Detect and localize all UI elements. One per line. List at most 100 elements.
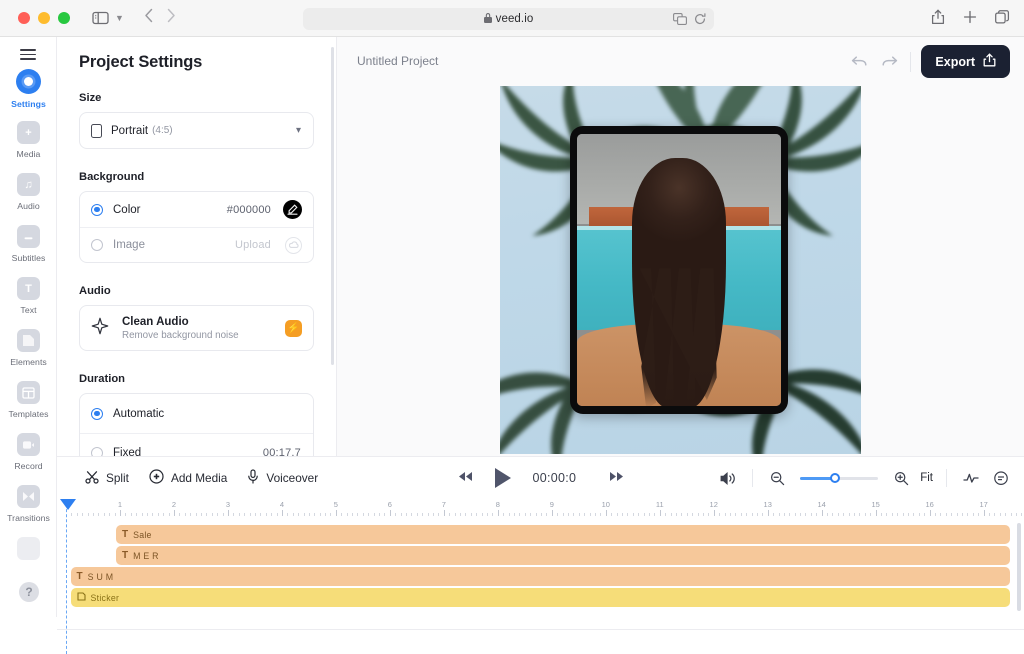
ruler-tick-label: 6: [387, 500, 392, 509]
ruler-tick: [92, 513, 94, 516]
timeline-clip[interactable]: TM E R: [115, 546, 1011, 565]
ruler-tick: [443, 510, 445, 516]
radio-background-color[interactable]: [91, 203, 103, 216]
clean-audio-row[interactable]: Clean Audio Remove background noise ⚡: [80, 306, 313, 350]
volume-icon[interactable]: [713, 463, 743, 493]
maximize-window-button[interactable]: [58, 12, 70, 24]
ruler-tick: [125, 513, 127, 516]
sidebar-item-templates[interactable]: Templates: [0, 378, 56, 430]
back-button[interactable]: [144, 8, 153, 28]
sidebar-toggle-icon[interactable]: [92, 11, 109, 25]
playhead-handle[interactable]: [59, 499, 76, 510]
ruler-tick: [157, 513, 159, 516]
chevron-down-icon[interactable]: ▼: [115, 13, 124, 23]
sidebar-item-label: Elements: [10, 357, 47, 367]
sidebar-item-transitions[interactable]: Transitions: [0, 482, 56, 534]
ruler-tick: [773, 513, 775, 516]
ruler-tick: [416, 513, 418, 516]
radio-background-image[interactable]: [91, 239, 103, 251]
sidebar-item-text[interactable]: T Text: [0, 274, 56, 326]
ruler-tick: [524, 513, 526, 516]
ruler-tick: [724, 513, 726, 516]
sidebar-item-subtitles[interactable]: Subtitles: [0, 222, 56, 274]
help-button[interactable]: ?: [19, 582, 39, 602]
fit-button[interactable]: Fit: [920, 472, 933, 484]
ruler-tick: [821, 510, 823, 516]
sidebar-item-record[interactable]: Record: [0, 430, 56, 482]
share-icon[interactable]: [931, 9, 945, 30]
voiceover-button[interactable]: Voiceover: [247, 469, 318, 487]
ruler-tick: [136, 513, 138, 516]
ruler-tick: [854, 513, 856, 516]
address-bar[interactable]: veed.io: [303, 8, 714, 30]
translate-icon[interactable]: [673, 12, 687, 30]
waveform-icon[interactable]: [956, 463, 986, 493]
zoom-slider[interactable]: [800, 473, 879, 483]
timeline-scrollbar[interactable]: [1017, 523, 1021, 611]
rewind-icon[interactable]: [458, 471, 473, 485]
sidebar-item-label: Transitions: [7, 513, 50, 523]
timeline-ruler[interactable]: 1 2 3 4 5 6 7 8 9 10 11 12 13 14 15 16 17: [57, 499, 1024, 521]
ruler-tick: [346, 513, 348, 516]
timeline-clip[interactable]: T Sale: [115, 525, 1011, 544]
ruler-tick: [287, 513, 289, 516]
caption-bubble-icon[interactable]: [986, 463, 1016, 493]
copy-tabs-icon[interactable]: [995, 10, 1010, 29]
close-window-button[interactable]: [18, 12, 30, 24]
timeline[interactable]: 1 2 3 4 5 6 7 8 9 10 11 12 13 14 15 16 17 T Sale T M E R TS …: [57, 499, 1024, 654]
project-title[interactable]: Untitled Project: [357, 54, 438, 68]
upload-cloud-icon[interactable]: [285, 236, 302, 254]
chevron-down-icon[interactable]: ▾: [296, 125, 301, 136]
ruler-tick: [643, 513, 645, 516]
pro-bolt-icon[interactable]: ⚡: [285, 319, 302, 337]
ruler-tick: [433, 513, 435, 516]
ruler-tick: [146, 513, 148, 516]
radio-duration-automatic[interactable]: [91, 407, 103, 420]
ruler-tick: [611, 513, 613, 516]
sidebar-item-elements[interactable]: Elements: [0, 326, 56, 378]
zoom-in-icon[interactable]: [886, 463, 916, 493]
ruler-tick: [362, 513, 364, 516]
sidebar-item-settings[interactable]: Settings: [0, 66, 56, 118]
sparkle-icon: [91, 317, 111, 340]
add-media-button[interactable]: Add Media: [149, 469, 227, 487]
ruler-tick: [400, 513, 402, 516]
ruler-tick: [827, 513, 829, 516]
size-dropdown[interactable]: Portrait (4:5) ▾: [80, 113, 313, 148]
minimize-window-button[interactable]: [38, 12, 50, 24]
hamburger-menu-icon[interactable]: [20, 49, 36, 60]
color-swatch-button[interactable]: [283, 200, 302, 219]
duration-automatic-row[interactable]: Automatic: [80, 394, 313, 433]
ruler-tick: [357, 513, 359, 516]
export-button[interactable]: Export: [921, 45, 1010, 78]
ruler-tick: [379, 513, 381, 516]
toolbar-right-group: Fit: [713, 463, 1016, 493]
zoom-out-icon[interactable]: [762, 463, 792, 493]
browser-nav-arrows: [144, 8, 176, 28]
reload-icon[interactable]: [694, 12, 706, 30]
background-color-row[interactable]: Color #000000: [80, 192, 313, 227]
sidebar-item-more[interactable]: [0, 534, 56, 586]
timeline-clip[interactable]: TS U M: [70, 567, 1011, 586]
sidebar-item-audio[interactable]: ♫ Audio: [0, 170, 56, 222]
ruler-tick: [864, 513, 866, 516]
ruler-tick: [729, 513, 731, 516]
fast-forward-icon[interactable]: [609, 471, 624, 485]
plus-icon[interactable]: [963, 10, 977, 29]
timeline-clip[interactable]: Sticker: [70, 588, 1011, 607]
panel-scrollbar[interactable]: [330, 47, 334, 365]
forward-button[interactable]: [167, 8, 176, 28]
redo-arrow-icon[interactable]: [874, 47, 904, 77]
play-triangle-icon[interactable]: [494, 468, 511, 488]
ruler-tick-label: 11: [655, 500, 664, 509]
sidebar-item-media[interactable]: + Media: [0, 118, 56, 170]
undo-arrow-icon[interactable]: [844, 47, 874, 77]
zoom-slider-handle[interactable]: [830, 473, 841, 483]
background-image-row[interactable]: Image Upload: [80, 227, 313, 262]
ruler-tick: [956, 513, 958, 516]
ruler-tick: [713, 510, 715, 516]
split-button[interactable]: Split: [85, 470, 129, 487]
ruler-tick: [303, 513, 305, 516]
inset-video-device[interactable]: [570, 126, 788, 414]
video-preview-canvas[interactable]: [500, 86, 861, 454]
